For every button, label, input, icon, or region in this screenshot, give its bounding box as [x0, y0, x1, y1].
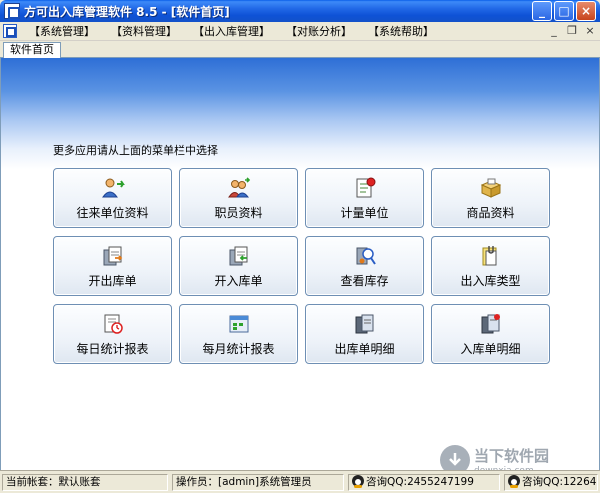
status-account: 当前帐套：默认账套: [2, 474, 168, 491]
tile-staff-info[interactable]: 职员资料: [179, 168, 298, 228]
tile-outbound-detail[interactable]: 出库单明细: [305, 304, 424, 364]
tile-label: 开出库单: [88, 273, 137, 288]
window-title: 方可出入库管理软件 8.5 - [软件首页]: [24, 4, 230, 19]
maximize-button[interactable]: □: [554, 1, 574, 21]
home-panel: 更多应用请从上面的菜单栏中选择 往来单位资料 职员资料 计量单位 商品资料 开出…: [0, 58, 600, 470]
qq-icon: [352, 475, 364, 488]
app-icon[interactable]: [4, 3, 20, 19]
mdi-close-button[interactable]: ×: [584, 24, 596, 38]
mdi-window-icon[interactable]: [3, 24, 17, 38]
menu-bar: 【系统管理】 【资料管理】 【出入库管理】 【对账分析】 【系统帮助】 _ ❐ …: [0, 22, 600, 41]
tile-label: 往来单位资料: [76, 205, 149, 220]
menu-reconcile[interactable]: 【对账分析】: [278, 22, 360, 41]
outbound-doc-icon: [103, 246, 122, 265]
close-button[interactable]: ×: [576, 1, 596, 21]
tile-goods-info[interactable]: 商品资料: [431, 168, 550, 228]
menu-data[interactable]: 【资料管理】: [103, 22, 185, 41]
mdi-controls: _ ❐ ×: [548, 24, 596, 38]
tile-label: 开入库单: [214, 273, 263, 288]
tile-view-inventory[interactable]: 查看库存: [305, 236, 424, 296]
qq-contact-2: 咨询QQ:12264: [522, 476, 597, 488]
tile-create-inbound[interactable]: 开入库单: [179, 236, 298, 296]
tile-units[interactable]: 计量单位: [305, 168, 424, 228]
tile-label: 每日统计报表: [76, 341, 149, 356]
tile-label: 计量单位: [340, 205, 389, 220]
menu-stock[interactable]: 【出入库管理】: [185, 22, 278, 41]
people-arrow-icon: [101, 178, 125, 197]
tile-inbound-detail[interactable]: 入库单明细: [431, 304, 550, 364]
tab-home[interactable]: 软件首页: [3, 42, 61, 58]
qq-icon: [508, 475, 520, 488]
goods-box-icon: [480, 178, 501, 198]
stock-type-icon: [482, 245, 496, 265]
tile-label: 入库单明细: [460, 341, 521, 356]
tile-label: 商品资料: [466, 205, 515, 220]
watermark-title: 当下软件园: [474, 446, 550, 465]
tile-monthly-report[interactable]: 每月统计报表: [179, 304, 298, 364]
window-controls: _ □ ×: [532, 1, 596, 21]
inbound-detail-icon: [481, 313, 500, 333]
mdi-restore-button[interactable]: ❐: [566, 24, 578, 38]
daily-report-icon: [104, 314, 123, 334]
monthly-report-icon: [229, 315, 248, 332]
tile-label: 出入库类型: [460, 273, 521, 288]
tile-label: 出库单明细: [334, 341, 395, 356]
outbound-detail-icon: [355, 314, 373, 333]
tab-strip: 软件首页: [0, 41, 600, 58]
menu-help[interactable]: 【系统帮助】: [360, 22, 442, 41]
tile-label: 查看库存: [340, 273, 389, 288]
qq-contact-1: 咨询QQ:2455247199: [366, 476, 474, 488]
hint-text: 更多应用请从上面的菜单栏中选择: [53, 144, 218, 157]
status-operator: 操作员：[admin]系统管理员: [172, 474, 344, 491]
mdi-minimize-button[interactable]: _: [548, 24, 560, 38]
status-bar: 当前帐套：默认账套 操作员：[admin]系统管理员 咨询QQ:24552471…: [0, 470, 600, 493]
function-grid: 往来单位资料 职员资料 计量单位 商品资料 开出库单 开入库单 查看库存 出入库…: [53, 168, 550, 364]
tile-create-outbound[interactable]: 开出库单: [53, 236, 172, 296]
tile-daily-report[interactable]: 每日统计报表: [53, 304, 172, 364]
tile-stock-types[interactable]: 出入库类型: [431, 236, 550, 296]
tile-label: 每月统计报表: [202, 341, 275, 356]
status-qq-2[interactable]: 咨询QQ:12264: [504, 474, 598, 491]
inventory-icon: [356, 247, 376, 265]
tile-label: 职员资料: [214, 205, 263, 220]
title-bar: 方可出入库管理软件 8.5 - [软件首页] _ □ ×: [0, 0, 600, 22]
menu-system[interactable]: 【系统管理】: [21, 22, 103, 41]
staff-icon: [227, 176, 250, 197]
inbound-doc-icon: [229, 246, 247, 265]
tile-partner-info[interactable]: 往来单位资料: [53, 168, 172, 228]
minimize-button[interactable]: _: [532, 1, 552, 21]
measure-icon: [356, 177, 375, 197]
status-qq-1[interactable]: 咨询QQ:2455247199: [348, 474, 500, 491]
